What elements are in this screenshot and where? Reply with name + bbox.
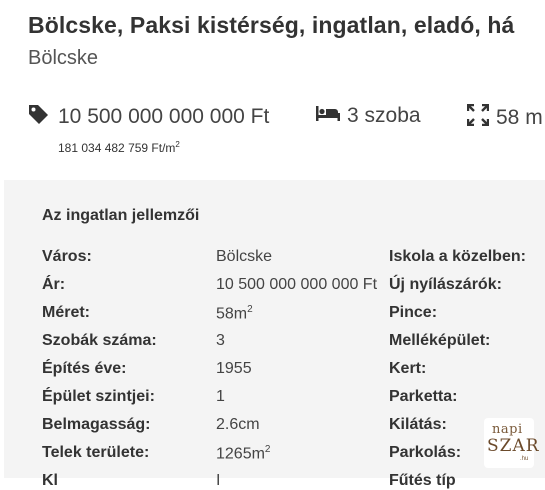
detail-label-right: Iskola a közelben: bbox=[389, 248, 526, 265]
detail-value: 3 bbox=[216, 332, 225, 350]
detail-value-text: Bölcske bbox=[216, 248, 273, 265]
detail-label: Szobák száma: bbox=[42, 332, 157, 349]
price-per-sqm-exponent: 2 bbox=[175, 140, 180, 149]
detail-value: 10 500 000 000 000 Ft bbox=[216, 276, 377, 294]
detail-value-text: 1265m bbox=[216, 445, 265, 463]
detail-value: 58m2 bbox=[216, 304, 253, 323]
rooms-stat: 3 szoba bbox=[316, 104, 421, 128]
logo-line3: .hu bbox=[520, 456, 529, 462]
detail-label: Épület szintjei: bbox=[42, 388, 155, 405]
rooms-value: 3 szoba bbox=[347, 104, 421, 127]
details-title: Az ingatlan jellemzői bbox=[42, 207, 200, 224]
detail-value: Bölcske bbox=[216, 248, 272, 266]
detail-label-right: Új nyílászárók: bbox=[389, 276, 502, 293]
detail-value-text: I bbox=[216, 472, 221, 489]
detail-label: Kl bbox=[42, 472, 58, 489]
detail-value: 1265m2 bbox=[216, 444, 270, 463]
logo-line1: napi bbox=[492, 422, 523, 437]
detail-label-right: Pince: bbox=[389, 304, 438, 321]
detail-value-text: 1955 bbox=[216, 360, 252, 377]
detail-value-text: 58m bbox=[216, 305, 248, 323]
detail-label: Belmagasság: bbox=[42, 416, 151, 433]
listing-title: Bölcske, Paksi kistérség, ingatlan, elad… bbox=[28, 12, 515, 38]
key-stats: 10 500 000 000 000 Ft 3 szoba 58 m bbox=[0, 103, 545, 164]
detail-label-right: Fűtés típ bbox=[389, 472, 456, 489]
listing-location: Bölcske bbox=[28, 47, 99, 69]
size-stat: 58 m bbox=[466, 103, 543, 131]
detail-value-text: 10 500 000 000 000 Ft bbox=[216, 276, 378, 293]
detail-value: I bbox=[216, 472, 220, 490]
price-per-sqm-value: 181 034 482 759 Ft/m bbox=[58, 141, 176, 155]
detail-value: 2.6cm bbox=[216, 416, 260, 434]
detail-label: Ár: bbox=[42, 276, 66, 293]
detail-label-right: Kert: bbox=[389, 360, 427, 377]
price-per-sqm: 181 034 482 759 Ft/m2 bbox=[58, 140, 180, 155]
detail-value-exponent: 2 bbox=[247, 304, 253, 315]
detail-label-right: Parketta: bbox=[389, 388, 458, 405]
detail-label-right: Parkolás: bbox=[389, 444, 462, 461]
detail-label: Méret: bbox=[42, 304, 91, 321]
detail-value-text: 3 bbox=[216, 332, 225, 349]
price-value: 10 500 000 000 000 Ft bbox=[58, 105, 270, 128]
detail-value-text: 1 bbox=[216, 388, 225, 405]
detail-label-right: Kilátás: bbox=[389, 416, 447, 433]
napiszar-logo: napi SZAR .hu bbox=[484, 418, 539, 468]
size-value: 58 m bbox=[496, 105, 543, 129]
bed-icon bbox=[316, 105, 340, 128]
logo-line2: SZAR bbox=[487, 436, 540, 456]
detail-label: Város: bbox=[42, 248, 92, 265]
detail-value-exponent: 2 bbox=[264, 444, 271, 455]
detail-value-text: 2.6cm bbox=[216, 416, 260, 433]
detail-value: 1 bbox=[216, 388, 225, 406]
detail-label: Telek területe: bbox=[42, 444, 150, 461]
price-stat: 10 500 000 000 000 Ft bbox=[28, 104, 269, 130]
detail-label-right: Melléképület: bbox=[389, 332, 491, 349]
expand-icon bbox=[466, 103, 490, 131]
detail-value: 1955 bbox=[216, 360, 252, 378]
price-tag-icon bbox=[28, 104, 49, 130]
detail-label: Építés éve: bbox=[42, 360, 127, 377]
